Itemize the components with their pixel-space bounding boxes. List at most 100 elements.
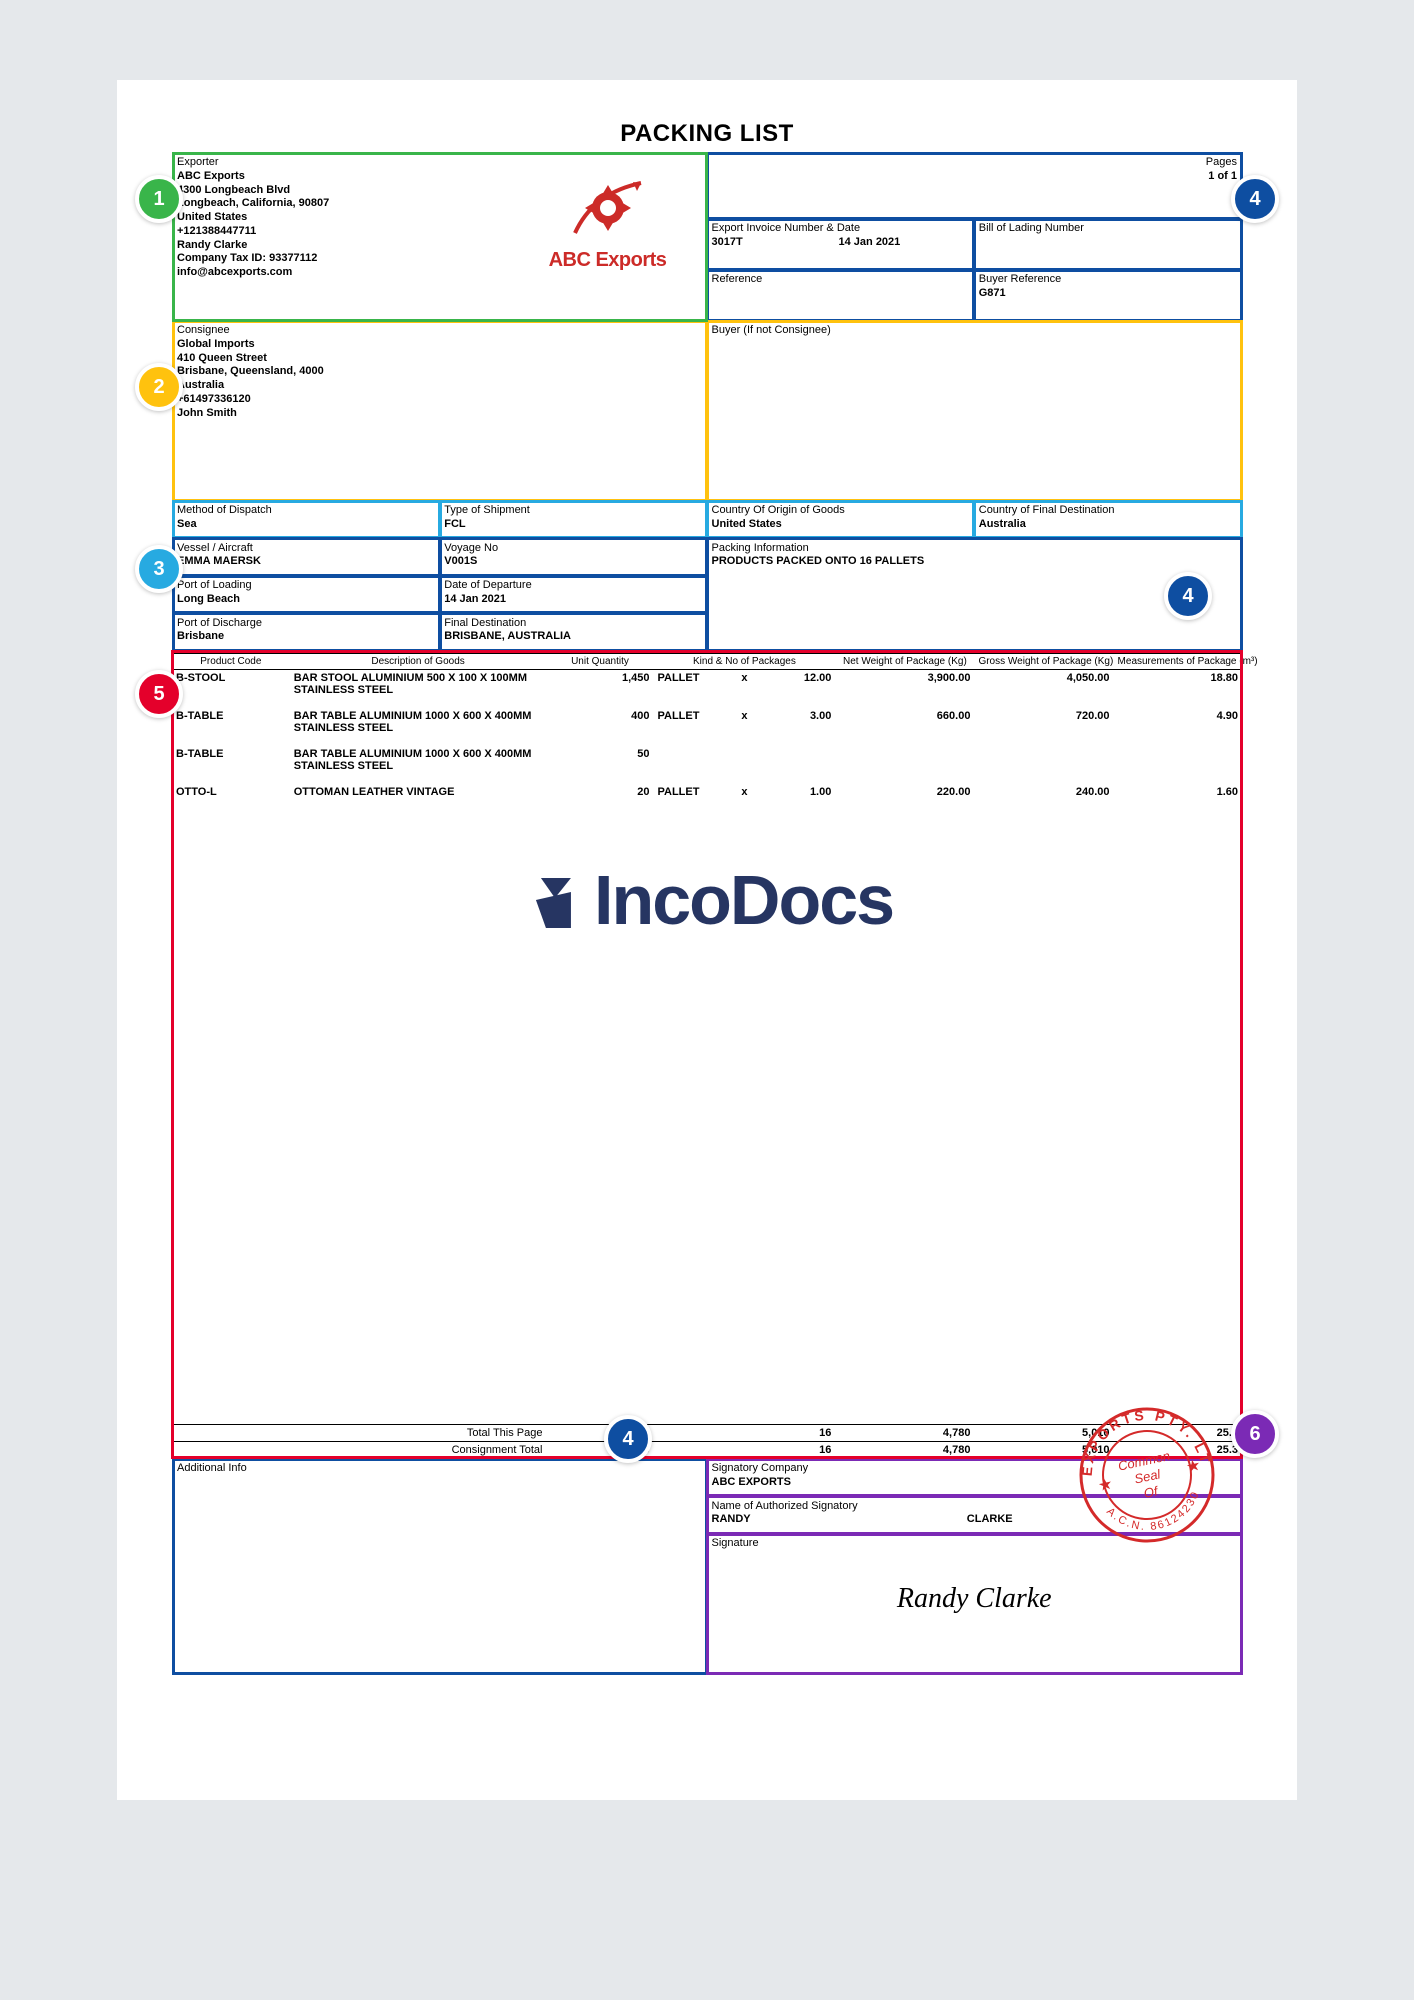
voyage-cell: Voyage No V001S: [440, 538, 707, 576]
item-meas: [1114, 746, 1242, 774]
bol-label: Bill of Lading Number: [979, 222, 1237, 236]
th-desc: Description of Goods: [290, 654, 547, 670]
svg-text:Of: Of: [1142, 1483, 1160, 1501]
buyer-block: Buyer (If not Consignee): [707, 321, 1242, 501]
consignee-street: 410 Queen Street: [177, 352, 703, 366]
item-code: B-TABLE: [172, 708, 290, 736]
departure-value: 14 Jan 2021: [444, 593, 702, 607]
pages-value: 1 of 1: [712, 170, 1238, 184]
auth-first: RANDY: [712, 1513, 964, 1527]
pages-cell: Pages 1 of 1: [707, 153, 1242, 219]
item-kind: [653, 746, 728, 774]
callout-badge-6: 6: [1231, 1410, 1279, 1458]
exporter-block: Exporter ABC Exports 4300 Longbeach Blvd…: [173, 153, 708, 321]
item-code: B-STOOL: [172, 670, 290, 699]
origin-label: Country Of Origin of Goods: [712, 504, 970, 518]
item-desc: BAR TABLE ALUMINIUM 1000 X 600 X 400MM S…: [290, 746, 547, 774]
total-page-pkgs: 16: [653, 1425, 835, 1442]
additional-info-block: Additional Info: [173, 1459, 708, 1674]
item-qty: 50: [546, 746, 653, 774]
consignee-city: Brisbane, Queensland, 4000: [177, 365, 703, 379]
consignee-name: Global Imports: [177, 338, 703, 352]
item-kind: PALLET: [653, 708, 728, 736]
th-kind: Kind & No of Packages: [653, 654, 835, 670]
total-page-net: 4,780: [835, 1425, 974, 1442]
item-qty: 20: [546, 784, 653, 800]
item-code: B-TABLE: [172, 746, 290, 774]
pol-label: Port of Loading: [177, 579, 435, 593]
packing-cell: Packing Information PRODUCTS PACKED ONTO…: [707, 538, 1242, 651]
destcountry-label: Country of Final Destination: [979, 504, 1237, 518]
consignee-country: Australia: [177, 379, 703, 393]
consignee-label: Consignee: [177, 324, 703, 338]
total-page-label: Total This Page: [172, 1425, 546, 1442]
shiptype-value: FCL: [444, 518, 702, 532]
buyerref-value: G871: [979, 287, 1237, 301]
finaldest-label: Final Destination: [444, 617, 702, 631]
item-x: x: [728, 708, 760, 736]
pol-cell: Port of Loading Long Beach: [173, 576, 440, 614]
item-row: B-TABLEBAR TABLE ALUMINIUM 1000 X 600 X …: [172, 708, 1242, 736]
item-gross: [974, 746, 1113, 774]
finaldest-cell: Final Destination BRISBANE, AUSTRALIA: [440, 613, 707, 651]
item-qty: 1,450: [546, 670, 653, 699]
item-row: B-TABLEBAR TABLE ALUMINIUM 1000 X 600 X …: [172, 746, 1242, 774]
auth-last: CLARKE: [967, 1513, 1013, 1525]
exporter-logo-text: ABC Exports: [523, 248, 693, 273]
pol-value: Long Beach: [177, 593, 435, 607]
th-code: Product Code: [172, 654, 290, 670]
item-meas: 18.80: [1114, 670, 1242, 699]
item-code: OTTO-L: [172, 784, 290, 800]
vessel-cell: Vessel / Aircraft EMMA MAERSK: [173, 538, 440, 576]
callout-badge-2: 2: [135, 363, 183, 411]
th-net: Net Weight of Package (Kg): [835, 654, 974, 670]
buyerref-label: Buyer Reference: [979, 273, 1237, 287]
signature-image: Randy Clarke: [712, 1581, 1238, 1616]
total-cons-net: 4,780: [835, 1442, 974, 1459]
consignee-phone: +61497336120: [177, 393, 703, 407]
invoice-no: 3017T: [712, 236, 836, 250]
dispatch-label: Method of Dispatch: [177, 504, 435, 518]
callout-badge-3: 3: [135, 545, 183, 593]
total-cons-label: Consignment Total: [172, 1442, 546, 1459]
item-net: 3,900.00: [835, 670, 974, 699]
item-meas: 1.60: [1114, 784, 1242, 800]
item-x: x: [728, 670, 760, 699]
th-gross: Gross Weight of Package (Kg): [974, 654, 1113, 670]
item-net: 220.00: [835, 784, 974, 800]
origin-cell: Country Of Origin of Goods United States: [707, 501, 974, 539]
item-gross: 240.00: [974, 784, 1113, 800]
item-gross: 4,050.00: [974, 670, 1113, 699]
vessel-label: Vessel / Aircraft: [177, 542, 435, 556]
watermark-text: IncoDocs: [594, 861, 893, 939]
bol-cell: Bill of Lading Number: [974, 219, 1241, 270]
shiptype-label: Type of Shipment: [444, 504, 702, 518]
item-pkgs: [760, 746, 835, 774]
th-meas: Measurements of Package (m³): [1114, 654, 1242, 670]
item-net: 660.00: [835, 708, 974, 736]
item-row: OTTO-LOTTOMAN LEATHER VINTAGE20PALLETx1.…: [172, 784, 1242, 800]
incodocs-icon: [521, 868, 591, 938]
exporter-label: Exporter: [177, 156, 703, 170]
callout-badge-4-mid: 4: [1164, 572, 1212, 620]
shiptype-cell: Type of Shipment FCL: [440, 501, 707, 539]
total-cons-pkgs: 16: [653, 1442, 835, 1459]
item-desc: BAR STOOL ALUMINIUM 500 X 100 X 100MM ST…: [290, 670, 547, 699]
item-pkgs: 12.00: [760, 670, 835, 699]
item-meas: 4.90: [1114, 708, 1242, 736]
item-row: B-STOOLBAR STOOL ALUMINIUM 500 X 100 X 1…: [172, 670, 1242, 699]
vessel-value: EMMA MAERSK: [177, 555, 435, 569]
invoice-date: 14 Jan 2021: [839, 236, 901, 248]
callout-badge-1: 1: [135, 175, 183, 223]
ref-cell: Reference: [707, 270, 974, 321]
pod-value: Brisbane: [177, 630, 435, 644]
item-pkgs: 3.00: [760, 708, 835, 736]
exporter-logo: ABC Exports: [523, 173, 693, 273]
item-kind: PALLET: [653, 670, 728, 699]
packing-label: Packing Information: [712, 542, 1238, 556]
th-qty: Unit Quantity: [546, 654, 653, 670]
watermark: IncoDocs: [521, 860, 893, 940]
departure-label: Date of Departure: [444, 579, 702, 593]
item-kind: PALLET: [653, 784, 728, 800]
callout-badge-5: 5: [135, 670, 183, 718]
